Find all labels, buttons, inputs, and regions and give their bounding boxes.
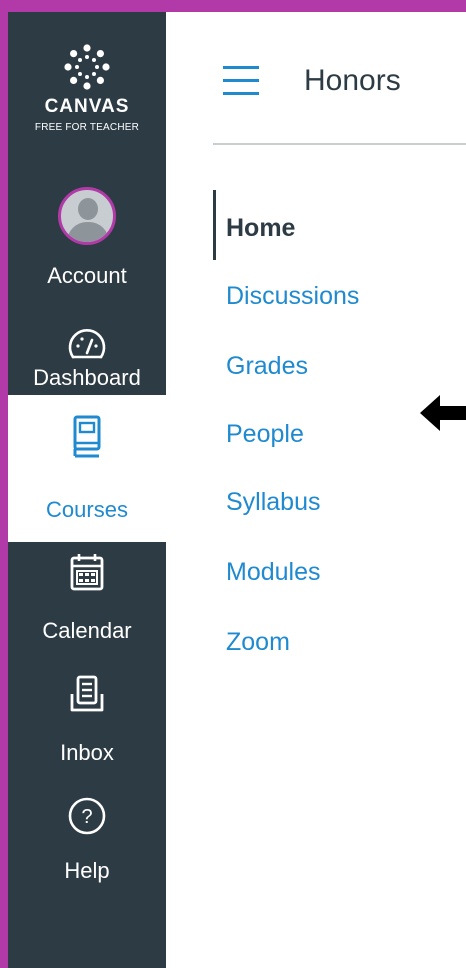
left-arrow-icon [420, 395, 466, 431]
course-nav-syllabus[interactable]: Syllabus [226, 488, 321, 517]
global-nav-inbox[interactable]: Inbox [8, 672, 166, 782]
course-nav-people[interactable]: People [226, 420, 304, 449]
global-nav-courses[interactable]: Courses [8, 395, 166, 542]
hamburger-menu-icon[interactable] [223, 66, 259, 96]
course-nav-home[interactable]: Home [226, 214, 295, 243]
brand-name: CANVAS [44, 96, 130, 117]
global-nav-label: Help [64, 858, 110, 883]
dashboard-icon [68, 329, 106, 359]
header-divider [213, 143, 466, 145]
svg-text:?: ? [81, 806, 92, 828]
calendar-icon [70, 554, 104, 591]
canvas-logo-icon [64, 44, 110, 90]
course-header: Honors [166, 12, 466, 144]
help-icon: ? [68, 797, 106, 835]
window-frame-left [0, 0, 8, 968]
global-nav-label: Account [47, 263, 127, 288]
global-nav-help[interactable]: ? Help [8, 794, 166, 904]
window-frame-top [0, 0, 466, 12]
course-nav-modules[interactable]: Modules [226, 558, 321, 587]
global-nav-label: Dashboard [33, 365, 141, 390]
global-nav-calendar[interactable]: Calendar [8, 550, 166, 660]
global-nav-label: Inbox [60, 740, 114, 765]
brand-tagline: FREE FOR TEACHER [34, 122, 140, 133]
active-indicator [213, 190, 216, 260]
inbox-icon [70, 675, 104, 712]
global-nav-account[interactable]: Account [8, 177, 166, 297]
courses-book-icon [73, 415, 101, 458]
canvas-brand[interactable]: CANVAS FREE FOR TEACHER [8, 12, 166, 167]
course-title[interactable]: Honors [304, 64, 401, 98]
course-nav-zoom[interactable]: Zoom [226, 628, 290, 657]
course-nav-grades[interactable]: Grades [226, 352, 308, 381]
global-nav-label: Calendar [42, 618, 132, 643]
avatar [58, 187, 116, 245]
course-nav-discussions[interactable]: Discussions [226, 282, 359, 311]
global-navigation: CANVAS FREE FOR TEACHER Account Dashboar… [8, 12, 166, 968]
global-nav-label: Courses [46, 497, 128, 522]
